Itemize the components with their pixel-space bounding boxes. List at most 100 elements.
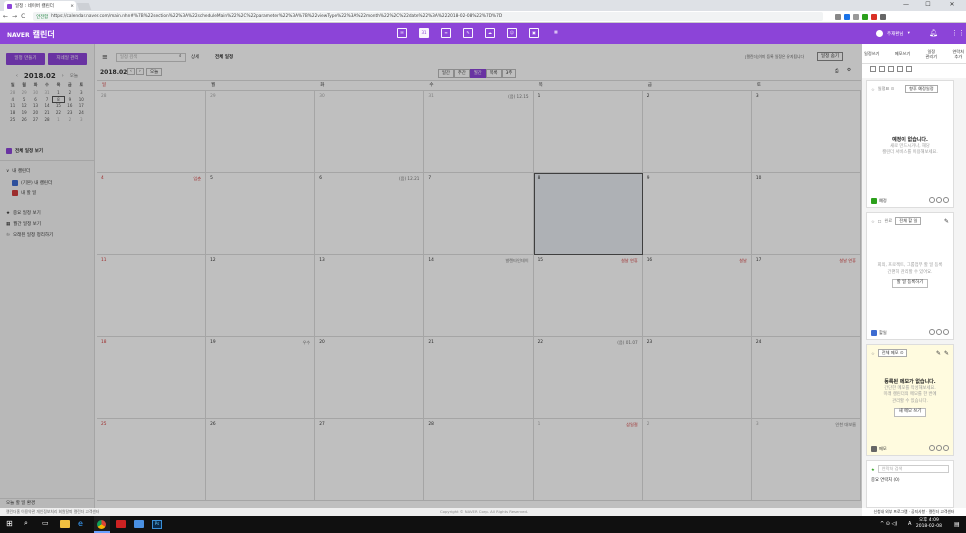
todo-filter-select[interactable]: 전체 할 일 bbox=[895, 217, 922, 225]
extension-icon[interactable] bbox=[862, 13, 869, 20]
page-footer[interactable]: 캘린더홈 이용약관 개인정보처리 회원탈퇴 캘린더 고객센터 bbox=[0, 508, 862, 516]
browser-tab[interactable]: 일정 : 네이버 캘린더 × bbox=[4, 1, 76, 11]
browser-tab-bar: 일정 : 네이버 캘린더 × — ☐ ✕ bbox=[0, 0, 966, 11]
tab-close-icon[interactable]: × bbox=[70, 4, 76, 9]
calendar-icon[interactable]: 31 bbox=[419, 28, 429, 38]
file-explorer-icon[interactable] bbox=[60, 520, 70, 528]
star-icon[interactable]: ★ bbox=[871, 467, 875, 472]
more-icon[interactable]: ▦ bbox=[551, 28, 561, 38]
star-icon[interactable] bbox=[835, 13, 842, 20]
new-memo-button[interactable]: 새 메모 쓰기 bbox=[893, 408, 927, 417]
star-icon[interactable]: ☆ bbox=[871, 351, 875, 356]
todo-card: ☆ ☐ 완료 전체 할 일 ✎ 회의, 프로젝트, 그룹업무 할 일 등록 간편… bbox=[866, 212, 954, 340]
list-icon[interactable]: ≡ bbox=[441, 28, 451, 38]
calendar-icon bbox=[871, 197, 877, 204]
card-footer-label: 메모 bbox=[879, 445, 887, 451]
add-icon[interactable] bbox=[929, 445, 935, 451]
search-icon[interactable]: ⌕ bbox=[24, 519, 34, 529]
app-icon[interactable] bbox=[116, 520, 126, 528]
schedule-label: 일정표 ⊙ bbox=[877, 86, 895, 91]
app-logo[interactable]: NAVER 캘린더 bbox=[7, 29, 55, 40]
new-memo-icon[interactable]: ✎ bbox=[936, 350, 941, 357]
tab-new-event[interactable]: 일정쓰기 bbox=[864, 51, 879, 56]
card-footer-label: 할일 bbox=[879, 329, 887, 335]
notification-icon[interactable]: ▤ bbox=[954, 521, 960, 528]
note-icon[interactable]: ✎ bbox=[463, 28, 473, 38]
taskbar-clock[interactable]: 오후 4:09 2018-02-08 bbox=[916, 518, 942, 530]
layout-icon[interactable] bbox=[888, 66, 894, 72]
refresh-icon[interactable] bbox=[936, 197, 942, 203]
taskbar: ⊞ ⌕ ▭ e Ps ^ ⊙ ◁) A 오후 4:09 2018-02-08 ▤ bbox=[0, 516, 966, 533]
todo-body: 회의, 프로젝트, 그룹업무 할 일 등록 간편히 관리할 수 있어요. bbox=[877, 263, 943, 275]
layout-icon[interactable] bbox=[897, 66, 903, 72]
memo-filter-select[interactable]: 전체 메모 ⊙ bbox=[877, 349, 908, 357]
right-panel-tools bbox=[870, 66, 912, 72]
mail-icon[interactable]: ✉ bbox=[397, 28, 407, 38]
security-indicator[interactable]: 안전함 bbox=[36, 14, 48, 20]
minimize-button[interactable]: — bbox=[896, 0, 916, 10]
user-menu[interactable]: 주재환님 ▾ bbox=[876, 30, 910, 37]
apps-grid-icon[interactable]: ⋮⋮ bbox=[951, 29, 965, 37]
extension-icon[interactable] bbox=[853, 13, 860, 20]
naver-brand: NAVER bbox=[7, 32, 30, 39]
photoshop-icon[interactable]: Ps bbox=[152, 520, 162, 529]
contact-icon[interactable]: ☺ bbox=[507, 28, 517, 38]
add-icon[interactable] bbox=[929, 329, 935, 335]
add-icon[interactable] bbox=[929, 197, 935, 203]
star-icon[interactable]: ☆ bbox=[871, 87, 875, 92]
user-name: 주재환님 bbox=[887, 31, 904, 37]
system-tray-icons[interactable]: ^ ⊙ ◁) bbox=[880, 521, 897, 527]
app-name: 캘린더 bbox=[32, 30, 55, 39]
new-tab-button[interactable] bbox=[76, 3, 92, 10]
collapse-icon[interactable] bbox=[943, 445, 949, 451]
back-button[interactable]: ← bbox=[3, 13, 8, 20]
cloud-icon[interactable]: ☁ bbox=[485, 28, 495, 38]
close-window-button[interactable]: ✕ bbox=[942, 0, 962, 10]
tab-new-memo[interactable]: 메모쓰기 bbox=[895, 51, 910, 56]
menu-icon[interactable] bbox=[880, 13, 887, 20]
tab-title: 일정 : 네이버 캘린더 bbox=[15, 4, 54, 9]
url-text: https://calendar.naver.com/main.nhn#%7B%… bbox=[51, 14, 503, 19]
collapse-icon[interactable] bbox=[943, 197, 949, 203]
reload-button[interactable]: C bbox=[21, 13, 25, 20]
photo-icon[interactable]: ▣ bbox=[529, 28, 539, 38]
collapse-icon[interactable] bbox=[943, 329, 949, 335]
bell-icon[interactable]: 🔔︎ bbox=[929, 29, 938, 37]
chevron-down-icon: ▾ bbox=[907, 31, 910, 36]
app-icon[interactable] bbox=[134, 520, 144, 528]
language-indicator[interactable]: A bbox=[908, 521, 911, 527]
extension-icon[interactable] bbox=[844, 13, 851, 20]
dim-overlay[interactable] bbox=[0, 44, 862, 508]
star-icon[interactable]: ☆ bbox=[871, 219, 875, 224]
forward-button[interactable]: → bbox=[12, 13, 17, 20]
tab-manager[interactable]: 일정 관리기 bbox=[926, 49, 938, 59]
edit-icon[interactable]: ✎ bbox=[944, 350, 949, 357]
layout-icon[interactable] bbox=[870, 66, 876, 72]
add-todo-button[interactable]: 할 일 등록하기 bbox=[891, 279, 929, 288]
copyright: Copyright © NAVER Corp. All Rights Reser… bbox=[440, 509, 529, 514]
edit-icon[interactable]: ✎ bbox=[944, 218, 949, 225]
layout-icon[interactable] bbox=[906, 66, 912, 72]
memo-body: 간단한 메모를 작성해보세요. 미래 캘린더의 메모를 한 번에 관리할 수 있… bbox=[883, 385, 937, 404]
right-panel-tabs: 일정쓰기 메모쓰기 일정 관리기 연락처 추가 bbox=[862, 44, 966, 64]
refresh-icon[interactable] bbox=[936, 445, 942, 451]
tab-add-contact[interactable]: 연락처 추가 bbox=[952, 49, 964, 59]
edge-icon[interactable]: e bbox=[78, 519, 88, 529]
extension-icon[interactable] bbox=[871, 13, 878, 20]
maximize-button[interactable]: ☐ bbox=[918, 0, 938, 10]
schedule-filter-select[interactable]: 향후 예정일정 bbox=[905, 85, 938, 93]
windows-start-icon[interactable]: ⊞ bbox=[6, 519, 16, 529]
url-field[interactable]: 안전함 https://calendar.naver.com/main.nhn#… bbox=[33, 12, 824, 21]
avatar bbox=[876, 30, 883, 37]
chrome-icon[interactable] bbox=[94, 516, 110, 533]
service-icons: ✉ 31 ≡ ✎ ☁ ☺ ▣ ▦ bbox=[397, 28, 561, 38]
layout-icon[interactable] bbox=[879, 66, 885, 72]
task-view-icon[interactable]: ▭ bbox=[42, 519, 52, 529]
right-panel-links[interactable]: 신청내 외부 프로그램 · 공지사항 · 캘린더 고객센터 bbox=[862, 508, 966, 516]
contact-search-input[interactable]: 연락처 검색 bbox=[877, 465, 949, 473]
todo-icon bbox=[871, 329, 877, 336]
address-bar-row: ← → C 안전함 https://calendar.naver.com/mai… bbox=[0, 11, 966, 23]
refresh-icon[interactable] bbox=[936, 329, 942, 335]
memo-card: ☆ 전체 메모 ⊙ ✎ ✎ 등록된 메모가 없습니다. 간단한 메모를 작성해보… bbox=[866, 344, 954, 456]
checkbox[interactable]: ☐ bbox=[878, 219, 882, 224]
